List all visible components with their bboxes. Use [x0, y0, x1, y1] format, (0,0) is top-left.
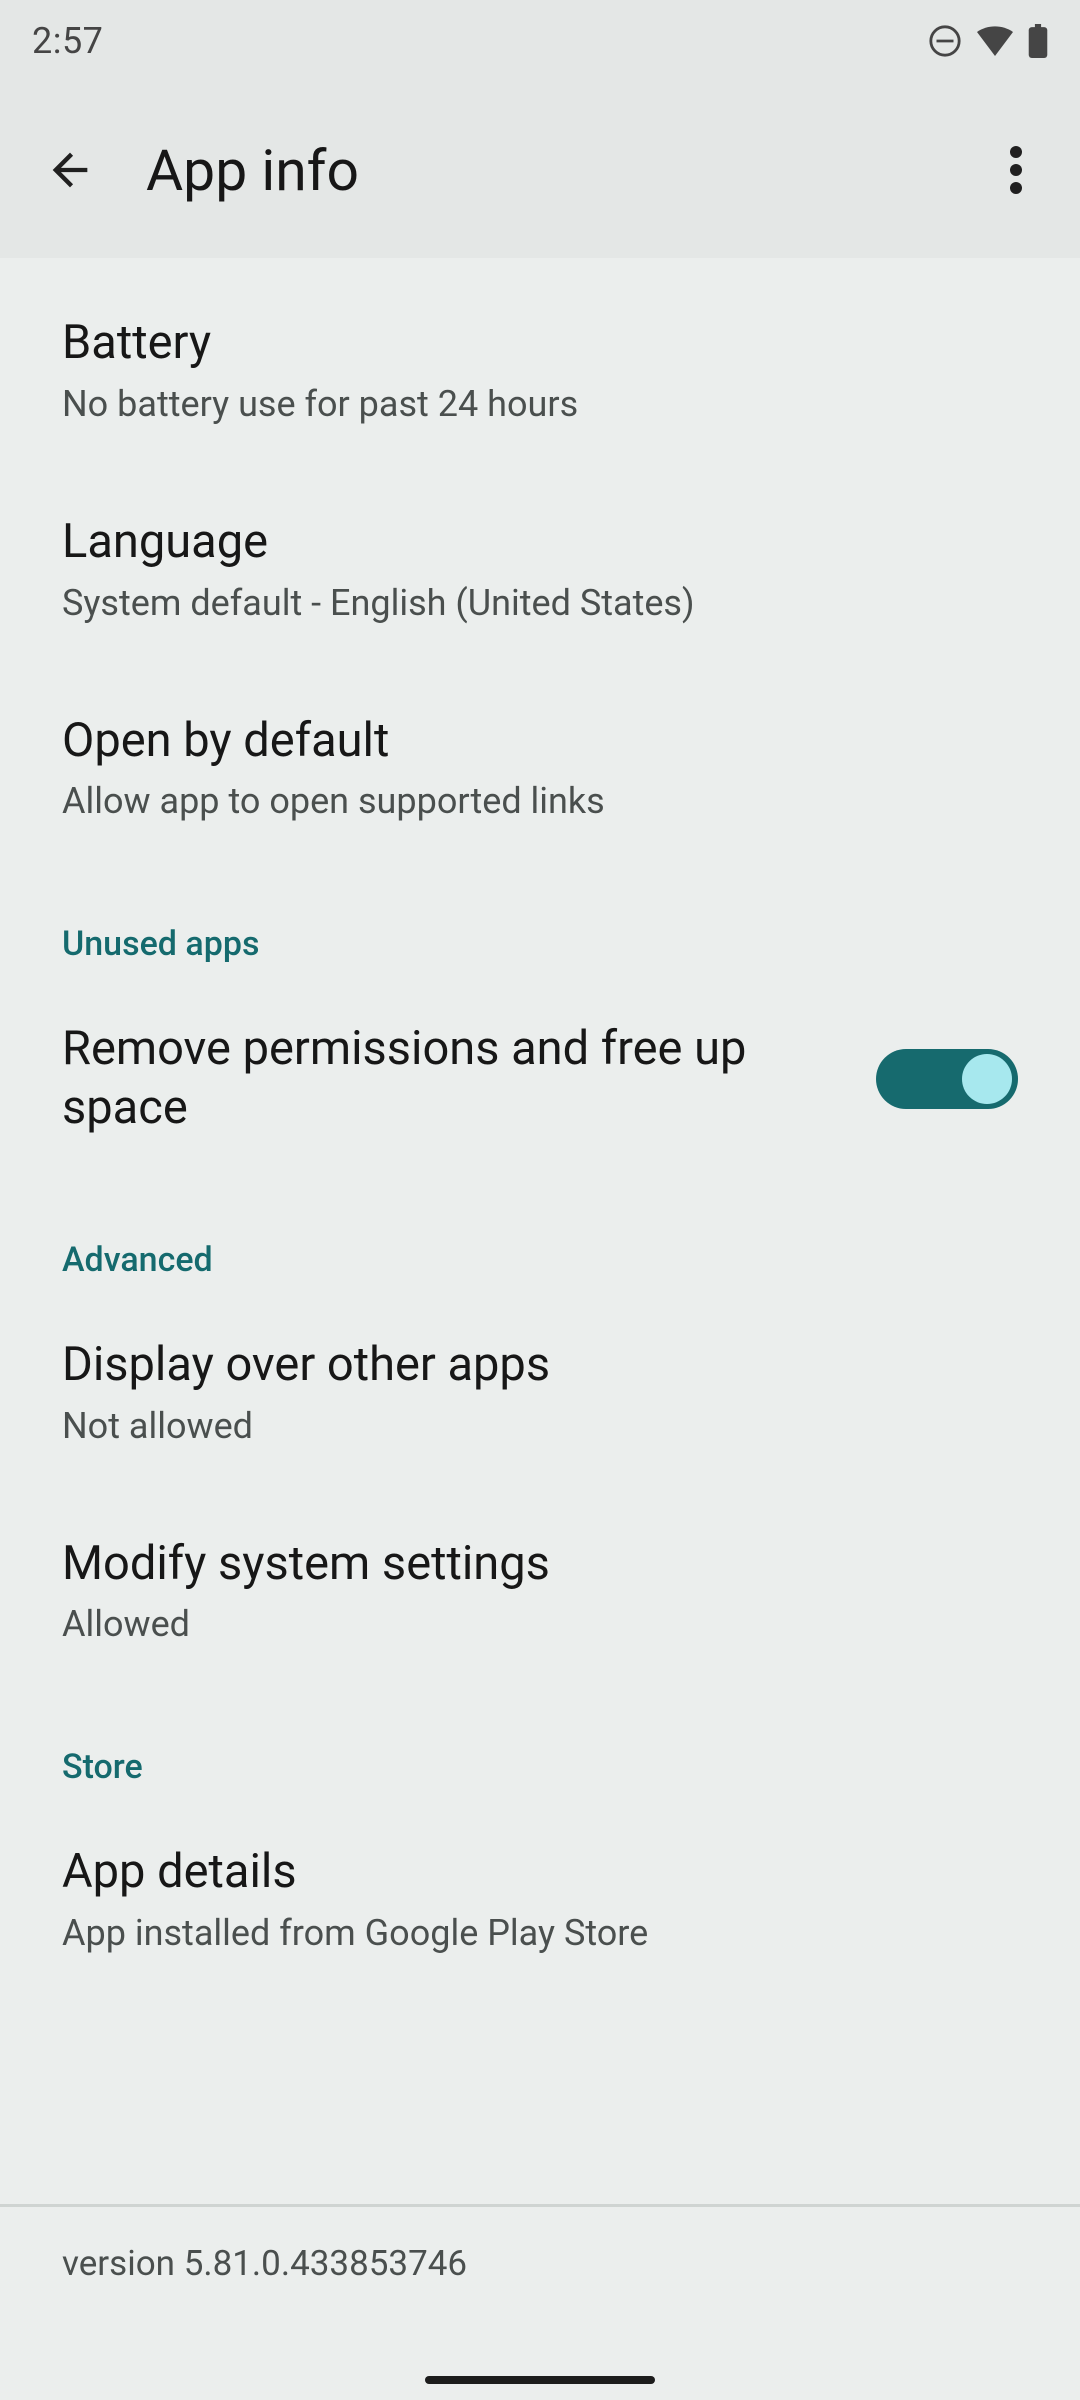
setting-language[interactable]: Language System default - English (Unite…	[0, 469, 1080, 668]
dnd-icon	[928, 24, 962, 58]
app-bar: App info	[0, 82, 1080, 258]
overflow-menu-button[interactable]	[980, 124, 1052, 216]
settings-list: Battery No battery use for past 24 hours…	[0, 258, 1080, 1998]
setting-subtitle: App installed from Google Play Store	[62, 1912, 1018, 1954]
setting-title: Remove permissions and free up space	[62, 1020, 836, 1138]
setting-modify-system[interactable]: Modify system settings Allowed	[0, 1491, 1080, 1690]
setting-subtitle: System default - English (United States)	[62, 582, 1018, 624]
setting-remove-permissions[interactable]: Remove permissions and free up space	[0, 976, 1080, 1182]
setting-subtitle: Not allowed	[62, 1405, 1018, 1447]
section-header-store: Store	[0, 1689, 1080, 1799]
status-icon-tray	[928, 24, 1048, 58]
status-time: 2:57	[32, 20, 103, 62]
setting-subtitle: No battery use for past 24 hours	[62, 383, 1018, 425]
more-vert-icon	[1010, 146, 1022, 194]
section-header-unused-apps: Unused apps	[0, 866, 1080, 976]
setting-title: Language	[62, 513, 1018, 572]
setting-subtitle: Allowed	[62, 1603, 1018, 1645]
setting-title: Open by default	[62, 712, 1018, 771]
switch-thumb	[962, 1054, 1012, 1104]
arrow-back-icon	[44, 144, 96, 196]
setting-title: Display over other apps	[62, 1336, 1018, 1395]
section-header-advanced: Advanced	[0, 1182, 1080, 1292]
switch-remove-permissions[interactable]	[876, 1049, 1018, 1109]
setting-title: Battery	[62, 314, 1018, 373]
setting-title: Modify system settings	[62, 1535, 1018, 1594]
version-bar: version 5.81.0.433853746	[0, 2207, 1080, 2337]
battery-icon	[1028, 24, 1048, 58]
page-title: App info	[146, 137, 980, 204]
status-bar: 2:57	[0, 0, 1080, 82]
nav-handle[interactable]	[425, 2376, 655, 2384]
setting-title: App details	[62, 1843, 1018, 1902]
back-button[interactable]	[24, 124, 116, 216]
setting-display-over-apps[interactable]: Display over other apps Not allowed	[0, 1292, 1080, 1491]
setting-app-details[interactable]: App details App installed from Google Pl…	[0, 1799, 1080, 1998]
setting-battery[interactable]: Battery No battery use for past 24 hours	[0, 258, 1080, 469]
setting-open-by-default[interactable]: Open by default Allow app to open suppor…	[0, 668, 1080, 867]
setting-subtitle: Allow app to open supported links	[62, 780, 1018, 822]
wifi-icon	[976, 26, 1014, 56]
version-text: version 5.81.0.433853746	[62, 2243, 1018, 2284]
